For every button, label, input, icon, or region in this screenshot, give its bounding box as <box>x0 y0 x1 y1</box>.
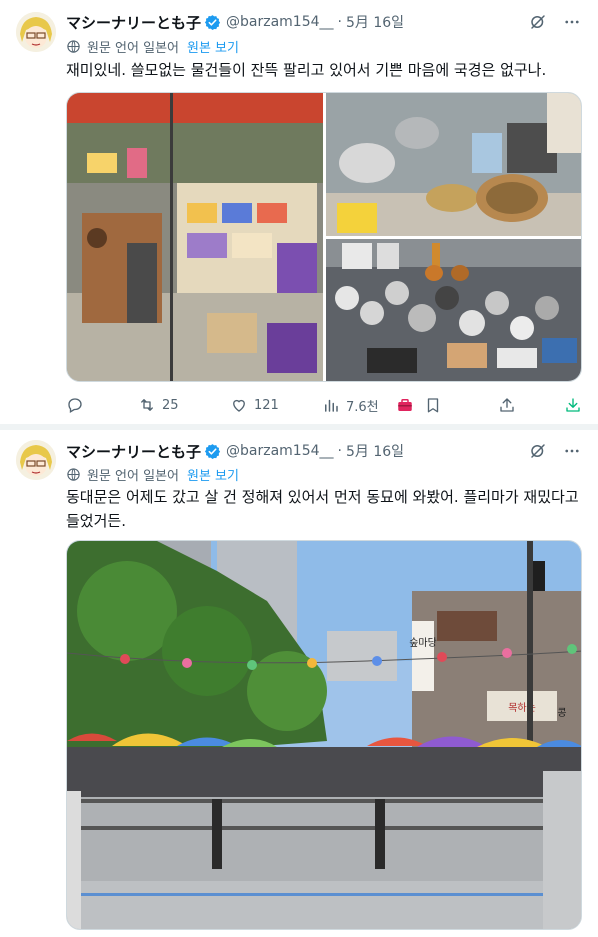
verified-badge-icon <box>204 14 221 30</box>
sign-text-3: 콩 <box>557 707 566 719</box>
toolbox-icon <box>398 399 412 411</box>
translation-note: 원문 언어 일본어 <box>87 40 179 56</box>
bookmark-button[interactable] <box>424 396 442 414</box>
grok-icon[interactable] <box>528 441 548 461</box>
author-handle[interactable]: @barzam154__ <box>226 14 334 30</box>
verified-badge-icon <box>204 443 221 459</box>
reply-button[interactable] <box>66 396 84 414</box>
reply-icon <box>68 398 82 413</box>
tweet[interactable]: マシーナリーとも子 @barzam154__ · 5月 16일 원문 언어 일본… <box>0 430 598 937</box>
retweet-button[interactable]: 25 <box>138 396 179 414</box>
header-actions <box>528 440 582 462</box>
share-icon <box>500 398 514 412</box>
show-original-link[interactable]: 원본 보기 <box>187 465 239 484</box>
street-market-photo[interactable]: 숲마당 목하는 콩 <box>66 540 582 930</box>
translation-row: 원문 언어 일본어 원본 보기 <box>66 37 239 56</box>
author-handle[interactable]: @barzam154__ <box>226 443 334 459</box>
photo-grid[interactable] <box>66 92 582 382</box>
toolbox-button[interactable] <box>396 396 414 414</box>
header-actions <box>528 11 582 33</box>
download-button[interactable] <box>564 396 582 414</box>
like-button[interactable]: 121 <box>230 396 279 414</box>
translation-note: 원문 언어 일본어 <box>87 468 179 484</box>
tweet-date[interactable]: 5月 16일 <box>346 441 404 461</box>
tweet-actions: 25 121 7.6천 <box>66 394 582 416</box>
more-icon[interactable] <box>562 441 582 461</box>
retweet-icon <box>141 399 153 411</box>
translation-row: 원문 언어 일본어 원본 보기 <box>66 465 239 484</box>
author-name[interactable]: マシーナリーとも子 <box>66 441 201 462</box>
avatar[interactable] <box>16 12 56 52</box>
tweet[interactable]: マシーナリーとも子 @barzam154__ · 5月 16일 원문 언어 일본… <box>0 0 598 424</box>
separator-dot: · <box>337 443 342 459</box>
separator-dot: · <box>337 14 342 30</box>
tweet-date[interactable]: 5月 16일 <box>346 12 404 32</box>
views-button[interactable]: 7.6천 <box>322 396 379 415</box>
tweet-header: マシーナリーとも子 @barzam154__ · 5月 16일 <box>66 440 582 462</box>
grok-icon[interactable] <box>528 12 548 32</box>
like-icon <box>233 399 245 412</box>
view-count: 7.6천 <box>346 399 379 415</box>
secondhand-goods-photo[interactable] <box>326 239 582 382</box>
share-button[interactable] <box>498 396 516 414</box>
globe-icon <box>67 39 80 53</box>
author-name[interactable]: マシーナリーとも子 <box>66 12 201 33</box>
globe-icon <box>67 467 80 481</box>
retweet-count: 25 <box>162 397 179 413</box>
bookmark-icon <box>427 398 439 413</box>
download-icon <box>566 398 580 412</box>
kitchenware-photo[interactable] <box>326 93 582 236</box>
tweet-text: 재미있네. 쓸모없는 물건들이 잔뜩 팔리고 있어서 기쁜 마음에 국경은 없구… <box>66 61 547 79</box>
tweet-text: 동대문은 어제도 갔고 살 건 정해져 있어서 먼저 동묘에 와봤어. 플리마가… <box>66 488 579 530</box>
tweet-header: マシーナリーとも子 @barzam154__ · 5月 16일 <box>66 11 582 33</box>
more-icon[interactable] <box>562 12 582 32</box>
market-stall-photo[interactable] <box>67 93 323 382</box>
show-original-link[interactable]: 원본 보기 <box>187 37 239 56</box>
views-icon <box>325 399 338 412</box>
avatar[interactable] <box>16 440 56 480</box>
sign-text-1: 숲마당 <box>409 637 437 649</box>
like-count: 121 <box>254 397 279 413</box>
